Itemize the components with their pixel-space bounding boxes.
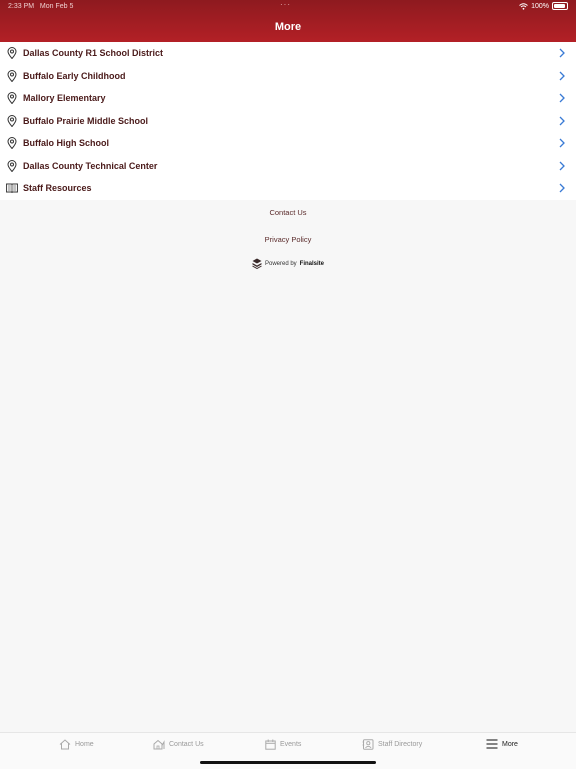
more-menu-list: Dallas County R1 School District Buffalo… — [0, 42, 576, 200]
location-pin-icon — [6, 69, 18, 82]
chevron-right-icon — [559, 161, 565, 170]
powered-by-text: Powered by — [264, 260, 297, 267]
status-clock: 2:33 PM Mon Feb 5 — [8, 3, 73, 10]
chevron-right-icon — [559, 138, 565, 148]
tab-label: More — [502, 740, 518, 748]
location-pin-icon — [6, 92, 18, 105]
privacy-policy-link[interactable]: Privacy Policy — [0, 235, 576, 244]
home-indicator[interactable] — [200, 761, 376, 764]
menu-icon — [486, 739, 498, 749]
contact-house-icon — [153, 739, 165, 750]
home-icon — [59, 739, 71, 750]
chevron-right-icon — [559, 116, 565, 125]
menu-item-high-school[interactable]: Buffalo High School — [0, 132, 576, 155]
tab-more[interactable]: More — [486, 739, 518, 749]
contact-us-link[interactable]: Contact Us — [0, 208, 576, 217]
menu-item-label: Mallory Elementary — [23, 93, 106, 104]
location-pin-icon — [6, 47, 18, 60]
menu-item-district[interactable]: Dallas County R1 School District — [0, 42, 576, 65]
top-bar: 2:33 PM Mon Feb 5 ··· 100% More — [0, 0, 576, 42]
menu-item-mallory-elementary[interactable]: Mallory Elementary — [0, 87, 576, 110]
tab-events[interactable]: Events — [265, 739, 301, 750]
wifi-icon — [519, 2, 528, 10]
menu-item-early-childhood[interactable]: Buffalo Early Childhood — [0, 65, 576, 88]
status-date: Mon Feb 5 — [39, 3, 74, 10]
battery-percent: 100% — [531, 2, 549, 10]
tab-label: Staff Directory — [378, 741, 423, 748]
menu-item-label: Buffalo Prairie Middle School — [23, 115, 149, 126]
tab-staff-directory[interactable]: Staff Directory — [362, 739, 422, 750]
chevron-right-icon — [559, 183, 565, 193]
menu-item-label: Buffalo Early Childhood — [23, 70, 126, 81]
location-pin-icon — [6, 159, 18, 172]
book-icon — [6, 182, 18, 194]
bottom-tab-bar: Home Contact Us Events Staff Directory M… — [0, 732, 576, 769]
tab-label: Contact Us — [169, 741, 204, 748]
chevron-right-icon — [559, 93, 565, 103]
page-title: More — [274, 21, 302, 33]
tab-label: Events — [280, 741, 302, 748]
contact-card-icon — [362, 739, 374, 750]
status-indicators: 100% — [519, 2, 568, 10]
location-pin-icon — [6, 114, 18, 127]
menu-item-label: Dallas County Technical Center — [23, 160, 158, 171]
menu-item-label: Buffalo High School — [23, 138, 109, 149]
chevron-right-icon — [559, 48, 565, 58]
status-time: 2:33 PM — [8, 3, 35, 10]
tab-contact-us[interactable]: Contact Us — [153, 739, 204, 750]
calendar-icon — [265, 739, 276, 750]
menu-item-technical-center[interactable]: Dallas County Technical Center — [0, 155, 576, 178]
menu-item-staff-resources[interactable]: Staff Resources — [0, 177, 576, 200]
multitask-dots-icon[interactable]: ··· — [280, 0, 291, 9]
chevron-right-icon — [559, 71, 565, 80]
powered-by-badge[interactable]: Powered by Finalsite — [0, 258, 576, 269]
menu-item-middle-school[interactable]: Buffalo Prairie Middle School — [0, 110, 576, 133]
battery-icon — [552, 2, 568, 10]
location-pin-icon — [6, 137, 18, 150]
finalsite-logo-icon — [252, 258, 262, 269]
menu-item-label: Staff Resources — [23, 183, 92, 194]
tab-label: Home — [75, 741, 94, 748]
finalsite-brand: Finalsite — [299, 260, 325, 267]
tab-home[interactable]: Home — [59, 739, 94, 750]
menu-item-label: Dallas County R1 School District — [23, 48, 164, 59]
